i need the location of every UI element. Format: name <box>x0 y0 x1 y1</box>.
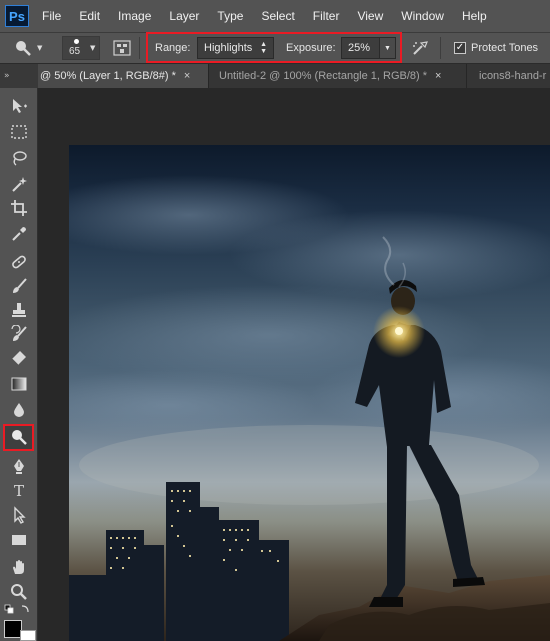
stamp-icon <box>12 303 26 317</box>
history-brush-icon <box>11 325 27 341</box>
divider <box>440 37 441 59</box>
dodge-tool[interactable] <box>4 425 34 449</box>
menu-edit[interactable]: Edit <box>79 9 100 23</box>
dodge-tool-icon <box>16 41 31 56</box>
brush-tip-icon <box>74 39 79 44</box>
canvas-area[interactable] <box>39 89 550 641</box>
drop-icon <box>14 403 24 417</box>
menu-select[interactable]: Select <box>261 9 294 23</box>
history-brush-tool[interactable] <box>4 322 34 346</box>
brush-panel-toggle[interactable] <box>113 32 131 64</box>
tab-title: Untitled-2 @ 100% (Rectangle 1, RGB/8) * <box>219 70 428 82</box>
lasso-tool[interactable] <box>4 146 34 170</box>
airbrush-toggle[interactable] <box>411 32 429 64</box>
pen-tool[interactable] <box>4 454 34 478</box>
tab-title: @ 50% (Layer 1, RGB/8#) * <box>40 70 176 82</box>
gradient-icon <box>11 377 27 391</box>
brush-panel-icon <box>113 40 131 56</box>
menu-view[interactable]: View <box>357 9 383 23</box>
dodge-icon <box>12 430 27 445</box>
protect-tones-label: Protect Tones <box>471 42 539 54</box>
eraser-icon <box>11 351 26 366</box>
tools-panel-collapse[interactable]: » <box>0 64 38 88</box>
tab-title: icons8-hand-r <box>479 70 547 82</box>
menu-window[interactable]: Window <box>401 9 444 23</box>
divider <box>139 37 140 59</box>
type-icon: T <box>14 482 24 499</box>
brush-tool[interactable] <box>4 274 34 298</box>
close-icon[interactable]: × <box>435 70 441 82</box>
menu-image[interactable]: Image <box>118 9 151 23</box>
gradient-tool[interactable] <box>4 372 34 396</box>
chevron-down-icon: ▼ <box>37 44 43 52</box>
move-tool[interactable] <box>4 94 34 118</box>
move-icon <box>13 99 27 113</box>
arrow-cursor-icon <box>14 506 26 524</box>
double-chevron-icon: » <box>4 71 11 81</box>
protect-tones-checkbox[interactable]: ✓ Protect Tones <box>454 32 538 64</box>
menu-file[interactable]: File <box>42 9 61 23</box>
document-image[interactable] <box>69 145 550 641</box>
eraser-tool[interactable] <box>4 346 34 370</box>
tab-document-3[interactable]: icons8-hand-r <box>466 64 550 88</box>
blur-tool[interactable] <box>4 398 34 422</box>
brush-preset-picker[interactable]: 65 ▼ <box>62 36 100 60</box>
menu-bar: Ps File Edit Image Layer Type Select Fil… <box>0 0 550 32</box>
background-color-swatch[interactable] <box>20 630 36 641</box>
tab-document-1[interactable]: @ 50% (Layer 1, RGB/8#) * × <box>38 64 208 88</box>
brush-size-value: 65 <box>69 46 81 57</box>
magic-wand-icon <box>12 177 27 192</box>
menu-type[interactable]: Type <box>217 9 243 23</box>
eyedropper-tool[interactable] <box>4 222 34 246</box>
rectangle-icon <box>12 535 26 545</box>
chevron-down-icon: ▼ <box>90 44 96 52</box>
clone-stamp-tool[interactable] <box>4 298 34 322</box>
marquee-icon <box>11 125 27 139</box>
checkmark-icon: ✓ <box>454 42 466 54</box>
tab-document-2[interactable]: Untitled-2 @ 100% (Rectangle 1, RGB/8) *… <box>208 64 466 88</box>
healing-brush-tool[interactable] <box>4 250 34 274</box>
magic-wand-tool[interactable] <box>4 172 34 196</box>
menu-help[interactable]: Help <box>462 9 487 23</box>
close-icon[interactable]: × <box>184 70 190 82</box>
hand-icon <box>13 560 24 574</box>
crop-tool[interactable] <box>4 196 34 220</box>
svg-text:T: T <box>14 482 24 499</box>
brush-icon <box>13 278 27 293</box>
zoom-tool[interactable] <box>4 580 34 604</box>
tool-preset-picker[interactable]: ▼ <box>14 32 42 64</box>
menu-layer[interactable]: Layer <box>169 9 199 23</box>
image-artwork <box>69 175 550 641</box>
airbrush-icon <box>413 41 428 55</box>
type-tool[interactable]: T <box>4 478 34 502</box>
magnifier-icon <box>11 584 27 600</box>
crop-icon <box>11 200 27 216</box>
bandage-icon <box>12 255 26 269</box>
eyedropper-icon <box>12 227 26 241</box>
hand-tool[interactable] <box>4 555 34 579</box>
menu-filter[interactable]: Filter <box>313 9 340 23</box>
rectangle-tool[interactable] <box>4 528 34 552</box>
path-selection-tool[interactable] <box>4 503 34 527</box>
marquee-tool[interactable] <box>4 120 34 144</box>
default-colors-button[interactable] <box>2 602 36 618</box>
annotation-highlight-range-exposure <box>146 32 402 63</box>
lasso-icon <box>13 151 27 166</box>
swap-colors-icon <box>4 604 29 614</box>
pen-icon <box>14 459 24 474</box>
photoshop-logo: Ps <box>5 5 29 27</box>
